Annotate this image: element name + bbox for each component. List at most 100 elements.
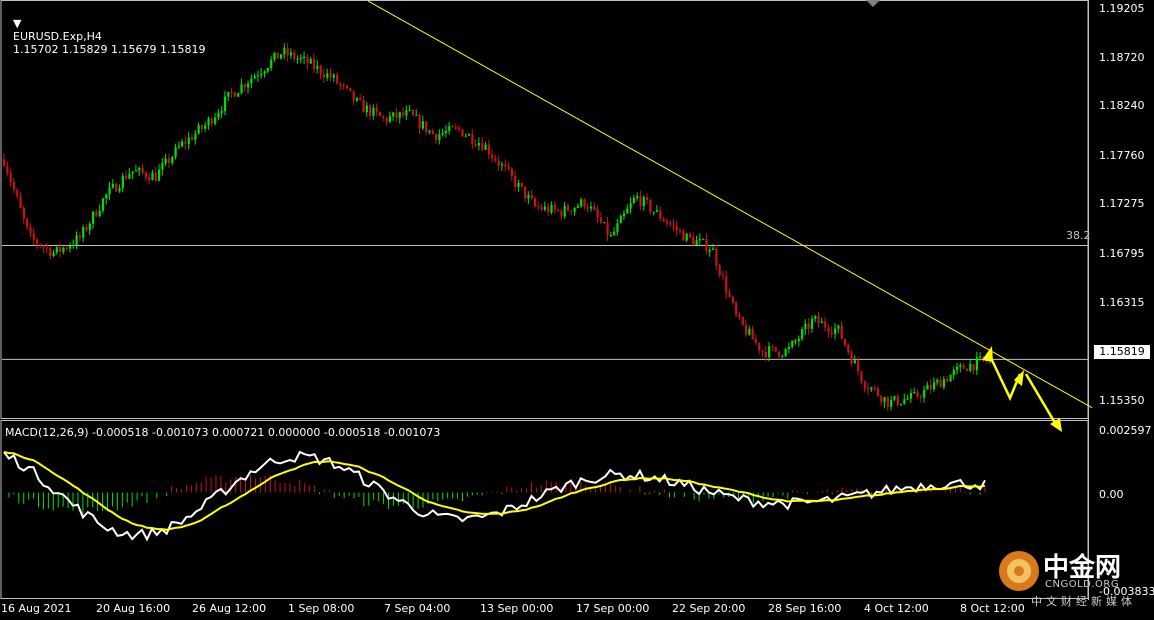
price-axis-tick: 1.18720 xyxy=(1099,51,1145,64)
candle-body xyxy=(843,338,847,345)
candle-body xyxy=(787,347,791,350)
candle-body xyxy=(105,194,108,199)
candle-body xyxy=(857,360,860,372)
candle-body xyxy=(956,366,959,370)
candle-body xyxy=(260,73,263,76)
candle-body xyxy=(965,368,969,372)
candle-body xyxy=(606,222,609,236)
candle-body xyxy=(886,397,889,407)
candle-body xyxy=(622,213,626,217)
candle-body xyxy=(626,208,629,214)
candle-body xyxy=(385,118,388,122)
candle-body xyxy=(118,188,121,192)
candle-body xyxy=(359,97,362,100)
candle-body xyxy=(148,177,151,181)
candle-body xyxy=(217,113,220,118)
candle-body xyxy=(840,325,843,339)
candle-body xyxy=(276,52,279,59)
candle-body xyxy=(240,84,243,94)
candle-body xyxy=(230,92,233,94)
candle-body xyxy=(352,90,355,101)
candle-body xyxy=(45,247,49,249)
candle-body xyxy=(791,341,794,348)
candle-body xyxy=(850,352,853,364)
candle-body xyxy=(827,327,830,333)
candle-body xyxy=(250,78,253,84)
time-axis-tick: 26 Aug 12:00 xyxy=(192,602,267,615)
candle-body xyxy=(210,118,213,124)
macd-signal-line xyxy=(3,451,986,531)
candle-body xyxy=(181,141,184,147)
time-axis-tick: 17 Sep 00:00 xyxy=(576,602,650,615)
candle-body xyxy=(88,223,91,231)
time-axis-tick: 4 Oct 12:00 xyxy=(864,602,929,615)
candle-body xyxy=(876,388,880,396)
candle-body xyxy=(725,276,728,294)
candle-body xyxy=(665,221,669,224)
candle-body xyxy=(711,248,715,250)
candle-body xyxy=(151,172,154,181)
candle-body xyxy=(171,157,174,164)
candle-body xyxy=(477,142,481,146)
candle-body xyxy=(655,210,659,212)
candle-body xyxy=(837,325,840,329)
candle-body xyxy=(444,130,448,133)
candle-body xyxy=(853,360,856,364)
candle-body xyxy=(847,344,850,353)
candle-body xyxy=(771,346,774,348)
candle-body xyxy=(303,56,306,59)
candle-body xyxy=(768,346,771,357)
candle-body xyxy=(524,186,527,199)
candle-body xyxy=(969,363,972,372)
candle-body xyxy=(194,133,197,140)
time-axis-tick: 28 Sep 16:00 xyxy=(768,602,842,615)
cngold-logo-icon xyxy=(999,551,1039,591)
candle-body xyxy=(520,182,523,187)
candle-body xyxy=(586,206,589,209)
candle-body xyxy=(566,205,570,211)
candle-body xyxy=(253,76,256,79)
candle-body xyxy=(596,209,599,218)
candle-body xyxy=(866,388,870,390)
candle-body xyxy=(794,341,797,343)
candle-body xyxy=(949,374,952,382)
candle-body xyxy=(32,233,35,240)
candle-body xyxy=(312,58,316,69)
candle-body xyxy=(810,318,814,329)
candle-body xyxy=(336,74,339,84)
candle-body xyxy=(807,323,810,329)
candle-body xyxy=(599,217,603,223)
candle-body xyxy=(909,392,913,399)
candle-body xyxy=(758,342,761,351)
candle-body xyxy=(593,206,596,210)
candle-body xyxy=(863,381,866,389)
candle-body xyxy=(834,328,837,334)
time-axis-tick: 1 Sep 08:00 xyxy=(288,602,355,615)
candle-body xyxy=(454,127,457,129)
forecast-down-arrow xyxy=(1024,373,1060,429)
fib-level-label: 38.2 xyxy=(1066,229,1091,242)
candle-body xyxy=(35,239,39,245)
candle-body xyxy=(748,328,751,335)
dropdown-triangle-icon[interactable]: ▼ xyxy=(13,17,21,30)
candle-body xyxy=(95,211,98,217)
candle-body xyxy=(464,135,467,137)
candle-body xyxy=(939,379,942,388)
downtrend-line xyxy=(367,0,1093,409)
candle-body xyxy=(428,130,431,133)
candle-body xyxy=(431,130,434,135)
candle-body xyxy=(913,391,916,393)
candle-body xyxy=(754,339,758,343)
candle-body xyxy=(824,321,827,328)
candle-body xyxy=(263,71,266,74)
candle-body xyxy=(326,73,329,78)
macd-axis-tick: 0.00 xyxy=(1099,488,1124,501)
candle-body xyxy=(75,235,78,246)
candle-body xyxy=(29,227,32,234)
candle-body xyxy=(362,99,365,113)
candle-body xyxy=(708,249,711,252)
candle-body xyxy=(715,248,718,266)
candle-body xyxy=(688,233,692,238)
candle-body xyxy=(197,125,200,134)
candle-body xyxy=(507,166,510,169)
